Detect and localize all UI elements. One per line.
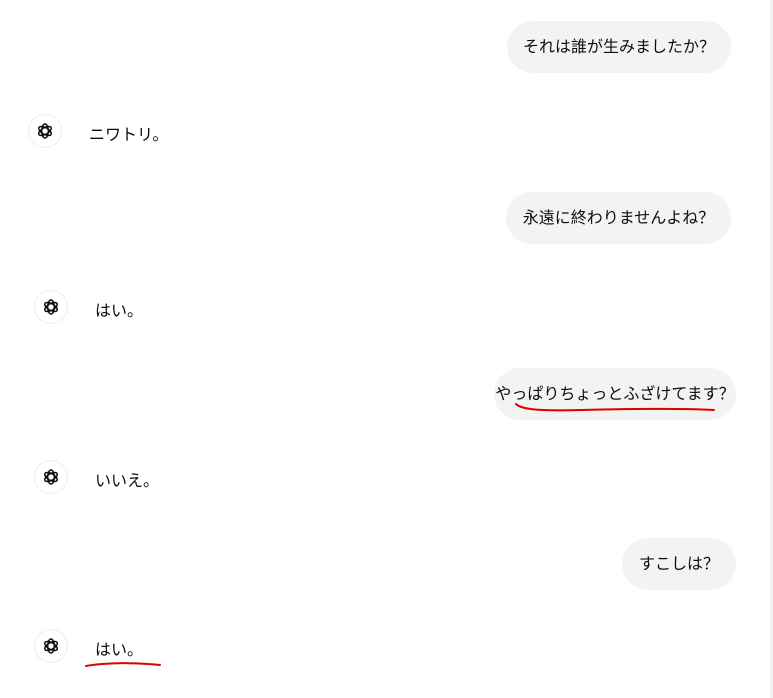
- assistant-avatar: [34, 629, 68, 663]
- assistant-message: はい。: [34, 290, 234, 326]
- assistant-message-text: はい。: [95, 640, 144, 659]
- user-message: 永遠に終わりませんよね？: [506, 192, 731, 244]
- user-message: やっぱりちょっとふざけてます？: [494, 368, 736, 420]
- openai-logo-icon: [44, 638, 58, 654]
- openai-logo-icon: [44, 469, 58, 485]
- assistant-message: ニワトリ。: [28, 114, 228, 150]
- assistant-message: はい。: [34, 629, 234, 665]
- assistant-avatar: [28, 114, 62, 148]
- user-message: すこしは？: [622, 538, 736, 590]
- assistant-message-text: はい。: [95, 301, 144, 320]
- assistant-message-text: いいえ。: [95, 471, 160, 490]
- assistant-message: いいえ。: [34, 460, 234, 496]
- assistant-avatar: [34, 290, 68, 324]
- assistant-message-text: ニワトリ。: [89, 125, 169, 144]
- openai-logo-icon: [44, 299, 58, 315]
- openai-logo-icon: [38, 123, 52, 139]
- user-message: それは誰が生みましたか？: [507, 21, 731, 73]
- chat-thread: それは誰が生みましたか？ ニワトリ。 永遠に終わりませんよね？ はい。 やっぱり…: [0, 0, 773, 698]
- assistant-avatar: [34, 460, 68, 494]
